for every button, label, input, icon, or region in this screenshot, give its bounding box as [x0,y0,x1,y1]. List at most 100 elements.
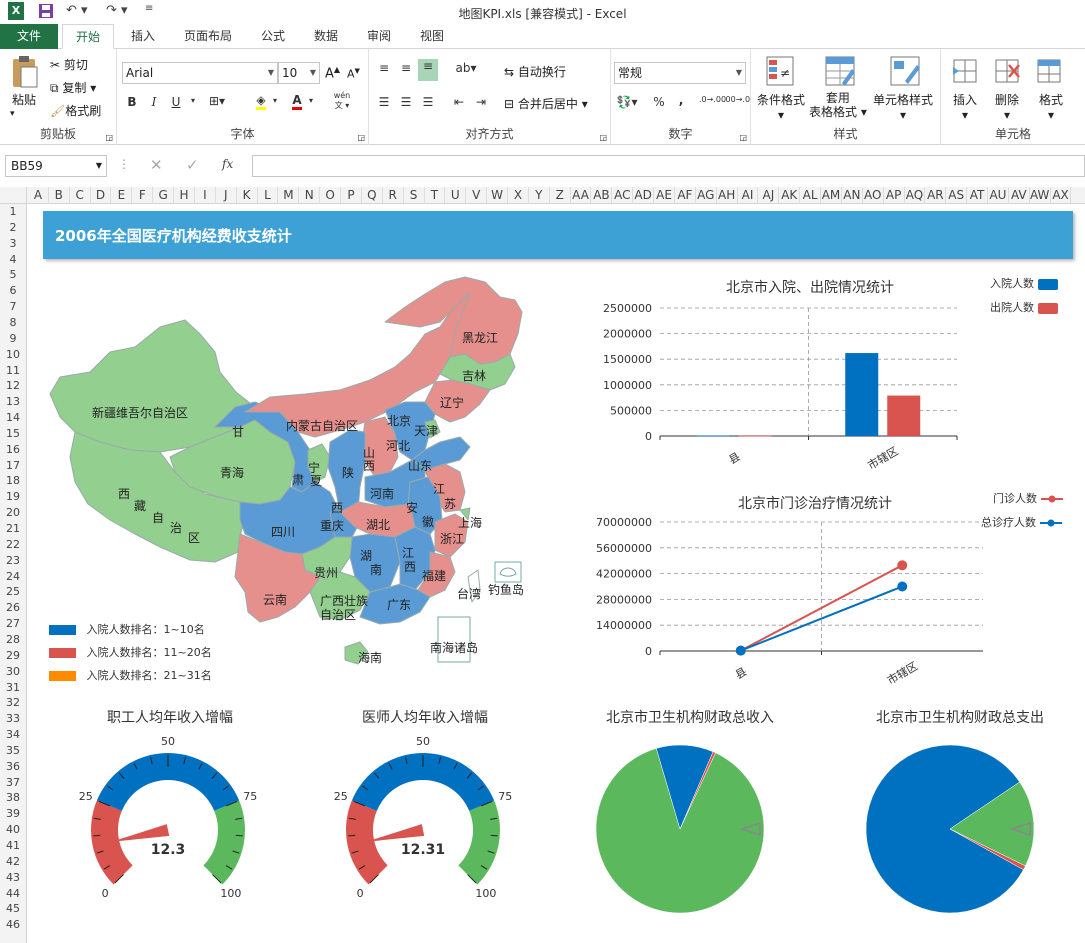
merge-center-button[interactable]: ⊟ 合并后居中 ▾ [504,95,588,112]
row-header[interactable]: 14 [0,410,26,426]
name-box[interactable]: BB59 ▼ [5,155,107,177]
number-launcher-icon[interactable]: ◲ [739,133,747,142]
format-painter-button[interactable]: 🖌格式刷 [50,102,101,119]
delete-cells-icon[interactable] [993,57,1021,88]
tab-page-layout[interactable]: 页面布局 [178,24,238,49]
align-middle-icon[interactable]: ≡ [396,61,416,75]
row-header[interactable]: 30 [0,664,26,680]
delete-cells-button[interactable]: 删除 ▾ [995,91,1019,122]
paste-dropdown-icon[interactable]: ▾ [10,109,15,119]
tab-formulas[interactable]: 公式 [255,24,291,49]
column-header[interactable]: AN [842,187,863,203]
increase-indent-icon[interactable]: ⇥ [471,95,491,109]
tab-view[interactable]: 视图 [414,24,450,49]
column-header[interactable]: O [320,187,342,203]
column-header[interactable]: F [132,187,154,203]
column-header[interactable]: H [174,187,195,203]
row-header[interactable]: 31 [0,680,26,696]
row-header[interactable]: 18 [0,473,26,489]
more-options-icon[interactable]: ⋮ [118,157,130,171]
orientation-icon[interactable]: ab▾ [453,61,479,75]
format-as-table-button[interactable]: 套用 表格格式 ▾ [809,91,867,119]
column-header[interactable]: AR [925,187,947,203]
column-header[interactable]: AP [884,187,905,203]
row-header[interactable]: 33 [0,711,26,727]
row-header[interactable]: 26 [0,600,26,616]
increase-decimal-icon[interactable]: .0→.00 [699,95,726,104]
row-header[interactable]: 40 [0,822,26,838]
decrease-decimal-icon[interactable]: .00→.0 [723,95,750,104]
column-header[interactable]: AM [821,187,842,203]
cell-styles-button[interactable]: 单元格样式 ▾ [873,91,933,122]
fill-color-dropdown-icon[interactable]: ▾ [265,96,285,105]
row-header[interactable]: 38 [0,790,26,806]
column-header[interactable]: W [487,187,508,203]
row-header[interactable]: 20 [0,505,26,521]
row-header[interactable]: 3 [0,236,26,252]
font-color-dropdown-icon[interactable]: ▾ [301,96,321,105]
row-header[interactable]: 25 [0,584,26,600]
column-header[interactable]: K [237,187,258,203]
row-header[interactable]: 24 [0,569,26,585]
column-header[interactable]: G [153,187,175,203]
number-format-combo[interactable]: 常规 ▼ [614,62,746,84]
column-header[interactable]: AW [1030,187,1051,203]
row-header[interactable]: 13 [0,394,26,410]
row-header[interactable]: 28 [0,632,26,648]
column-header[interactable]: Q [362,187,383,203]
row-header[interactable]: 17 [0,458,26,474]
align-right-icon[interactable]: ☰ [418,95,438,109]
column-header[interactable]: U [445,187,467,203]
insert-cells-icon[interactable] [951,57,979,88]
format-cells-icon[interactable] [1035,57,1063,88]
row-header[interactable]: 16 [0,442,26,458]
column-header[interactable]: V [466,187,488,203]
align-center-icon[interactable]: ☰ [396,95,416,109]
column-header[interactable]: AA [571,187,592,203]
tab-file[interactable]: 文件 [0,24,58,49]
row-header[interactable]: 10 [0,347,26,363]
row-header[interactable]: 21 [0,521,26,537]
align-left-icon[interactable]: ☰ [374,95,394,109]
decrease-indent-icon[interactable]: ⇤ [449,95,469,109]
column-header[interactable]: M [278,187,300,203]
column-header[interactable]: C [70,187,91,203]
column-header[interactable]: AE [654,187,675,203]
column-header[interactable]: R [383,187,404,203]
column-header[interactable]: AK [779,187,801,203]
row-header[interactable]: 6 [0,283,26,299]
row-header[interactable]: 35 [0,743,26,759]
column-header[interactable]: Z [550,187,571,203]
column-header[interactable]: A [28,187,49,203]
column-header[interactable]: AD [633,187,655,203]
percent-button[interactable]: % [649,95,669,109]
row-header[interactable]: 23 [0,553,26,569]
row-header[interactable]: 39 [0,806,26,822]
column-header[interactable]: N [299,187,321,203]
row-header[interactable]: 12 [0,378,26,394]
format-as-table-icon[interactable] [824,55,856,90]
row-header[interactable]: 5 [0,267,26,283]
currency-icon[interactable]: 💱▾ [614,95,640,109]
row-header[interactable]: 41 [0,838,26,854]
column-header[interactable]: AO [863,187,884,203]
align-bottom-icon[interactable]: ≡ [418,59,438,81]
select-all-corner[interactable] [0,187,27,204]
tab-data[interactable]: 数据 [308,24,344,49]
row-header[interactable]: 22 [0,537,26,553]
row-header[interactable]: 46 [0,917,26,933]
tab-home[interactable]: 开始 [62,24,114,49]
row-header[interactable]: 42 [0,854,26,870]
italic-button[interactable]: I [144,95,164,109]
row-header[interactable]: 15 [0,426,26,442]
formula-input[interactable] [252,155,1085,177]
column-header[interactable]: AS [946,187,968,203]
insert-cells-button[interactable]: 插入 ▾ [953,91,977,122]
row-header[interactable]: 29 [0,648,26,664]
column-header[interactable]: AI [738,187,759,203]
borders-icon[interactable]: ⊞▾ [207,94,227,108]
column-header[interactable]: T [425,187,446,203]
row-header[interactable]: 32 [0,695,26,711]
column-header[interactable]: AX [1051,187,1072,203]
column-header[interactable]: I [195,187,216,203]
